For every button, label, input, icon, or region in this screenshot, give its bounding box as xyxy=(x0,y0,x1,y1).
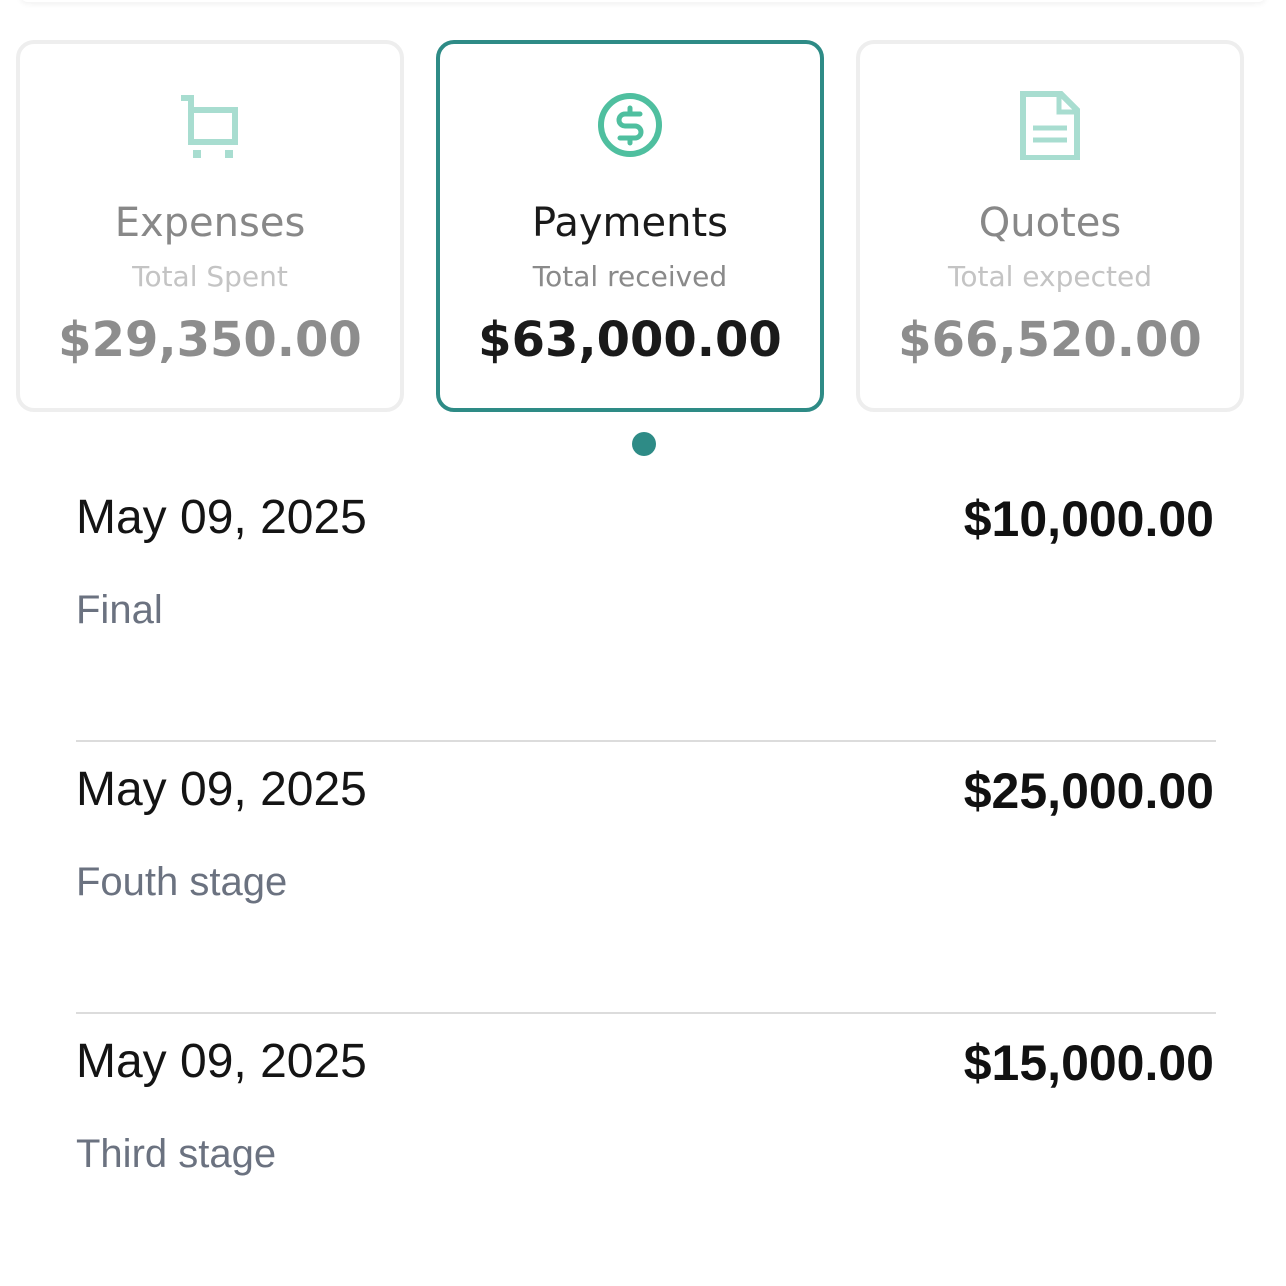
payments-card[interactable]: Payments Total received $63,000.00 xyxy=(436,40,824,412)
expenses-card[interactable]: Expenses Total Spent $29,350.00 xyxy=(16,40,404,412)
card-title: Payments xyxy=(532,200,728,246)
payment-amount: $10,000.00 xyxy=(963,491,1214,547)
card-title: Quotes xyxy=(978,200,1122,246)
payment-date: May 09, 2025 xyxy=(76,491,367,544)
card-subtitle: Total expected xyxy=(948,260,1152,293)
payment-date: May 09, 2025 xyxy=(76,1035,367,1088)
payment-row[interactable]: May 09, 2025 $10,000.00 Final xyxy=(76,470,1216,742)
pager-indicator-dot[interactable] xyxy=(632,432,656,456)
payments-list: May 09, 2025 $10,000.00 Final May 09, 20… xyxy=(76,470,1216,1286)
payment-row[interactable]: May 09, 2025 $15,000.00 Third stage xyxy=(76,1014,1216,1286)
card-amount: $66,520.00 xyxy=(898,312,1202,368)
payment-date: May 09, 2025 xyxy=(76,763,367,816)
card-subtitle: Total Spent xyxy=(132,260,288,293)
document-icon xyxy=(860,90,1240,162)
card-amount: $63,000.00 xyxy=(478,312,782,368)
shopping-cart-icon xyxy=(20,90,400,162)
card-amount: $29,350.00 xyxy=(58,312,362,368)
header-edge xyxy=(20,0,1266,2)
payment-note: Final xyxy=(76,588,163,632)
summary-cards-carousel[interactable]: Expenses Total Spent $29,350.00 Payments… xyxy=(16,40,1244,414)
card-title: Expenses xyxy=(114,200,306,246)
card-subtitle: Total received xyxy=(532,260,728,293)
payment-amount: $25,000.00 xyxy=(963,763,1214,819)
payment-row[interactable]: May 09, 2025 $25,000.00 Fouth stage xyxy=(76,742,1216,1014)
quotes-card[interactable]: Quotes Total expected $66,520.00 xyxy=(856,40,1244,412)
payment-note: Third stage xyxy=(76,1132,277,1176)
payment-note: Fouth stage xyxy=(76,860,288,904)
dollar-circle-icon xyxy=(440,90,820,162)
payment-amount: $15,000.00 xyxy=(963,1035,1214,1091)
